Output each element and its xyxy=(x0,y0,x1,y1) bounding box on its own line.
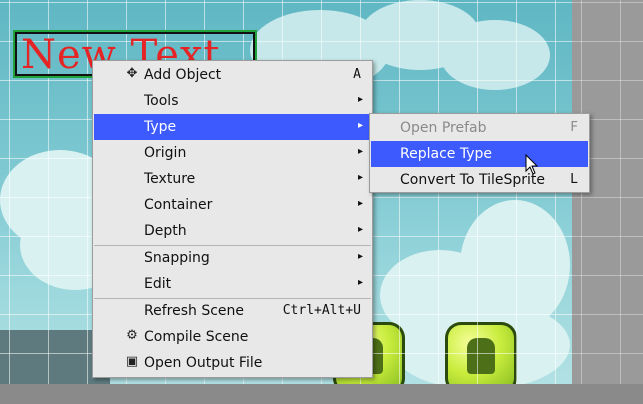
menu-item-snapping[interactable]: Snapping ▸ xyxy=(94,245,371,271)
menu-item-shortcut: L xyxy=(570,172,578,187)
file-icon: ▣ xyxy=(125,354,139,369)
scene-border-area xyxy=(572,0,643,404)
menu-item-add-object[interactable]: ✥ Add Object A xyxy=(94,62,371,88)
type-submenu: Open Prefab F Replace Type Convert To Ti… xyxy=(369,113,590,193)
submenu-arrow-icon: ▸ xyxy=(357,94,363,105)
menu-item-label: Add Object xyxy=(144,67,222,83)
menu-item-label: Open Output File xyxy=(144,355,263,371)
menu-item-label: Container xyxy=(144,197,213,213)
menu-item-container[interactable]: Container ▸ xyxy=(94,192,371,218)
menu-item-label: Edit xyxy=(144,276,172,292)
submenu-arrow-icon: ▸ xyxy=(357,146,363,157)
submenu-item-open-prefab[interactable]: Open Prefab F xyxy=(371,115,588,141)
menu-item-refresh-scene[interactable]: Refresh Scene Ctrl+Alt+U xyxy=(94,298,371,324)
menu-item-label: Compile Scene xyxy=(144,329,249,345)
submenu-arrow-icon: ▸ xyxy=(357,277,363,288)
submenu-arrow-icon: ▸ xyxy=(357,251,363,262)
plus-icon: ✥ xyxy=(126,66,138,81)
menu-item-label: Depth xyxy=(144,223,187,239)
menu-item-label: Convert To TileSprite xyxy=(400,172,546,188)
gear-icon: ⚙ xyxy=(126,328,138,343)
menu-item-label: Refresh Scene xyxy=(144,303,245,319)
menu-item-open-output-file[interactable]: ▣ Open Output File xyxy=(94,350,371,376)
context-menu: ✥ Add Object A Tools ▸ Type ▸ Origin ▸ T… xyxy=(92,60,373,378)
menu-item-type[interactable]: Type ▸ xyxy=(94,114,371,140)
menu-item-texture[interactable]: Texture ▸ xyxy=(94,166,371,192)
scene-bottom-bar xyxy=(0,384,643,404)
menu-item-label: Type xyxy=(144,119,177,135)
menu-item-tools[interactable]: Tools ▸ xyxy=(94,88,371,114)
menu-item-origin[interactable]: Origin ▸ xyxy=(94,140,371,166)
submenu-arrow-icon: ▸ xyxy=(357,172,363,183)
menu-item-edit[interactable]: Edit ▸ xyxy=(94,271,371,297)
submenu-item-replace-type[interactable]: Replace Type xyxy=(371,141,588,167)
menu-item-label: Snapping xyxy=(144,250,210,266)
menu-item-label: Open Prefab xyxy=(400,120,487,136)
menu-item-compile-scene[interactable]: ⚙ Compile Scene xyxy=(94,324,371,350)
menu-item-label: Origin xyxy=(144,145,187,161)
submenu-arrow-icon: ▸ xyxy=(357,198,363,209)
menu-item-depth[interactable]: Depth ▸ xyxy=(94,218,371,244)
menu-item-shortcut: A xyxy=(353,67,361,82)
mouse-cursor-icon xyxy=(525,154,539,175)
submenu-item-convert-to-tilesprite[interactable]: Convert To TileSprite L xyxy=(371,167,588,193)
submenu-arrow-icon: ▸ xyxy=(357,120,363,131)
menu-item-label: Texture xyxy=(144,171,196,187)
menu-item-shortcut: Ctrl+Alt+U xyxy=(282,303,361,318)
menu-item-label: Tools xyxy=(144,93,179,109)
menu-item-label: Replace Type xyxy=(400,146,492,162)
submenu-arrow-icon: ▸ xyxy=(357,224,363,235)
menu-item-shortcut: F xyxy=(570,120,578,135)
